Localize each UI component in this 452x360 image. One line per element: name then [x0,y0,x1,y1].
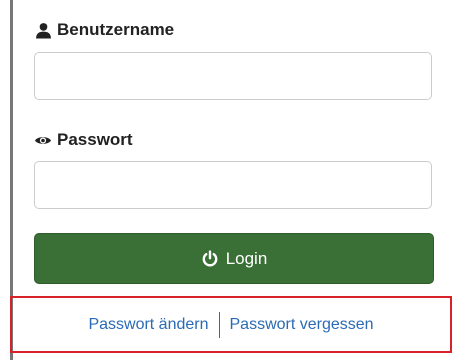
forgot-password-link[interactable]: Passwort vergessen [230,316,374,334]
password-input[interactable] [34,161,432,209]
eye-icon [34,131,52,149]
login-button-label: Login [225,248,268,268]
link-divider [218,311,220,338]
username-label-row: Benutzername [34,20,174,40]
user-icon [34,21,52,39]
username-label: Benutzername [57,20,175,39]
login-button[interactable]: Login [34,233,434,284]
power-icon [201,249,219,268]
change-password-link[interactable]: Passwort ändern [88,316,208,334]
username-input[interactable] [34,52,432,100]
password-label: Passwort [57,130,133,149]
password-label-row: Passwort [34,130,133,150]
account-links: Passwort ändern Passwort vergessen [0,296,452,353]
